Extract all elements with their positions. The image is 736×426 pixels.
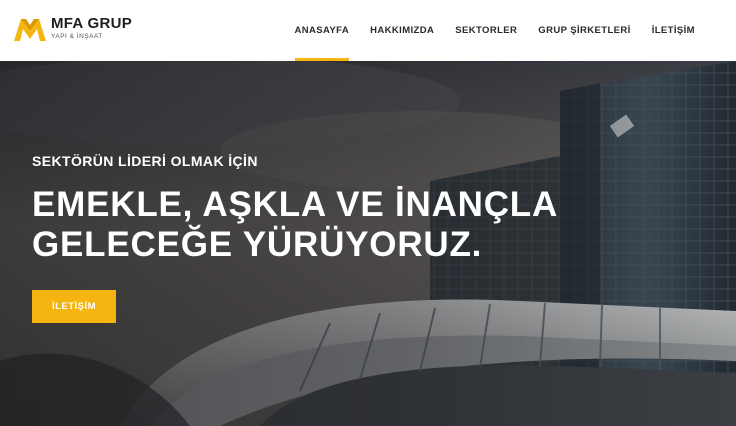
nav-item-iletisim[interactable]: İLETİŞİM: [652, 0, 695, 61]
nav-item-anasayfa[interactable]: ANASAYFA: [294, 0, 350, 61]
nav-item-sektorler[interactable]: SEKTORLER: [455, 0, 517, 61]
hero-slider: SEKTÖRÜN LİDERİ OLMAK İÇİN EMEKLE, AŞKLA…: [0, 61, 736, 426]
hero-contact-button[interactable]: İLETİŞİM: [32, 290, 116, 323]
hero-title-line-1: EMEKLE, AŞKLA VE İNANÇLA: [32, 185, 559, 224]
brand-logo[interactable]: MFA GRUP YAPI & İNŞAAT: [13, 13, 132, 43]
main-nav: ANASAYFA HAKKIMIZDA SEKTORLER GRUP ŞİRKE…: [274, 0, 695, 61]
hero-kicker: SEKTÖRÜN LİDERİ OLMAK İÇİN: [32, 153, 258, 169]
brand-text: MFA GRUP YAPI & İNŞAAT: [51, 14, 133, 41]
brand-name: MFA GRUP: [51, 14, 133, 32]
nav-item-grup-sirketleri[interactable]: GRUP ŞİRKETLERİ: [538, 0, 630, 61]
brand-tagline: YAPI & İNŞAAT: [51, 32, 103, 40]
hero-title: EMEKLE, AŞKLA VE İNANÇLA GELECEĞE YÜRÜYO…: [32, 185, 592, 265]
nav-item-hakkimizda[interactable]: HAKKIMIZDA: [370, 0, 434, 61]
m-shape-icon: [14, 19, 46, 41]
site-header: MFA GRUP YAPI & İNŞAAT ANASAYFA HAKKIMIZ…: [0, 0, 736, 61]
hero-title-line-2: GELECEĞE YÜRÜYORUZ.: [32, 225, 483, 264]
